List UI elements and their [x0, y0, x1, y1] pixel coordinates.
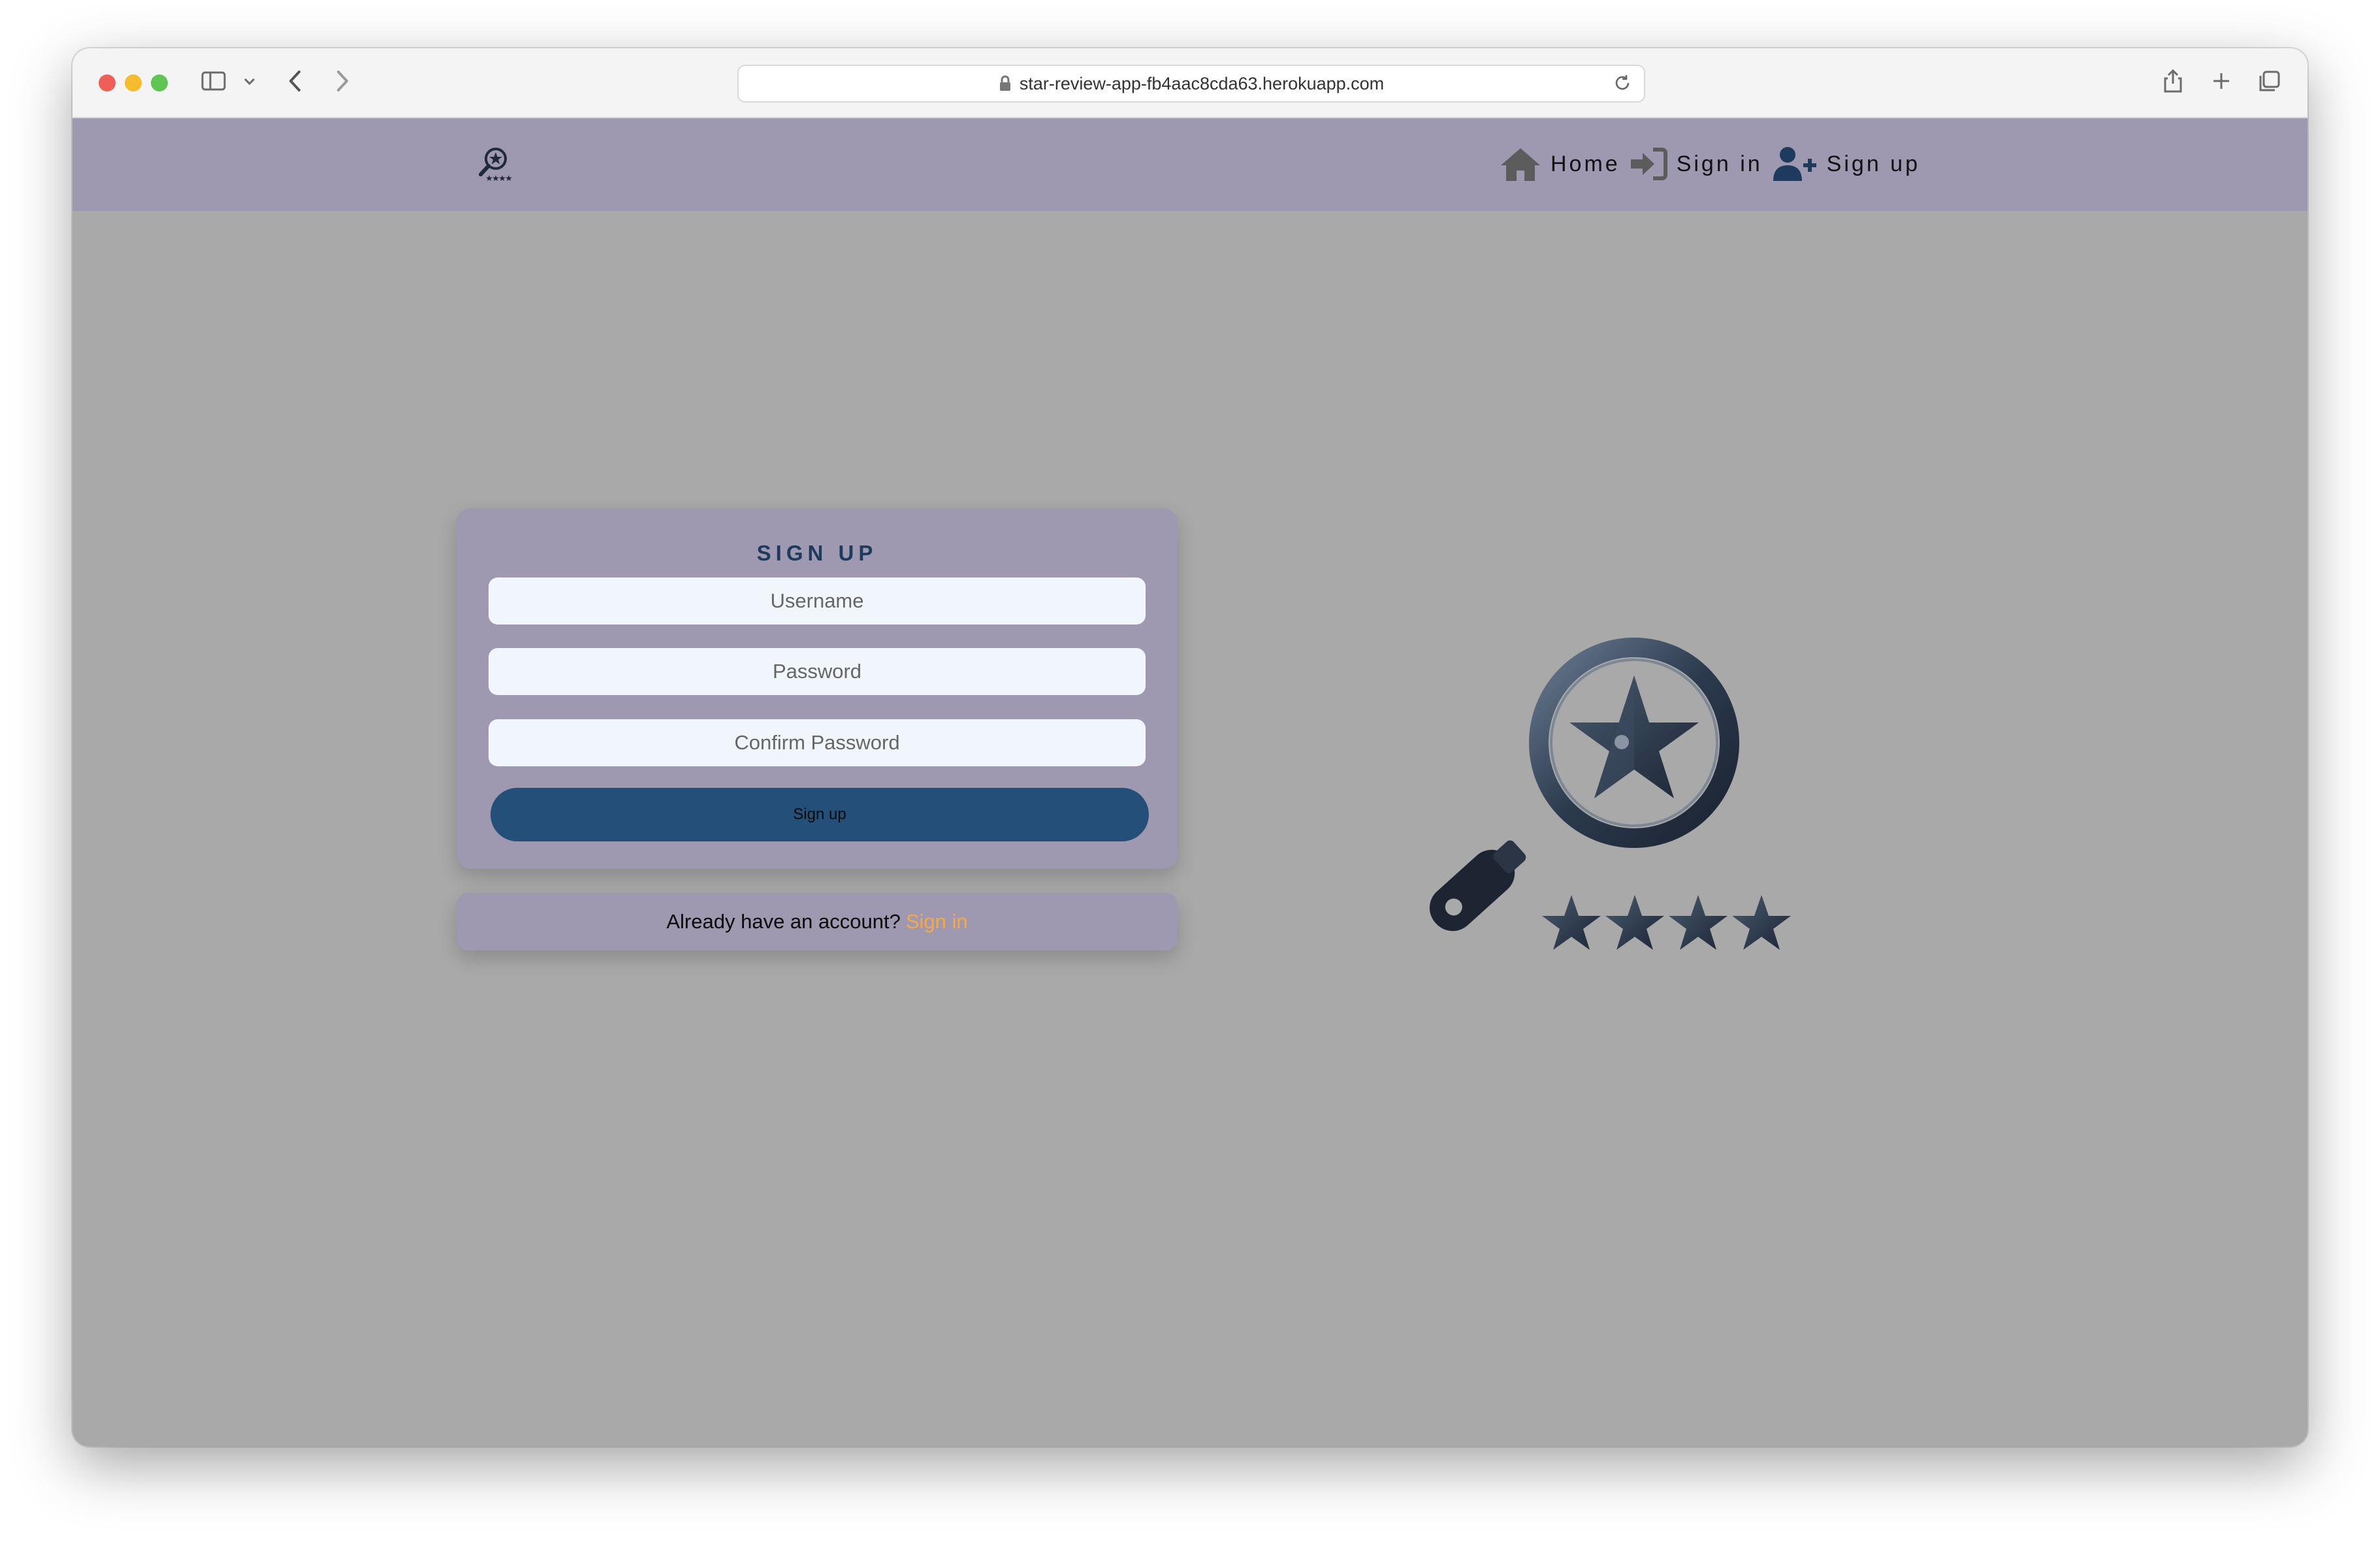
password-input[interactable] [489, 648, 1146, 695]
username-input[interactable] [489, 577, 1146, 625]
signup-card: SIGN UP Sign up [457, 508, 1178, 869]
zoom-window-button[interactable] [151, 74, 168, 91]
forward-icon[interactable] [329, 67, 355, 95]
new-tab-icon[interactable] [2207, 67, 2236, 95]
home-icon [1501, 148, 1540, 181]
address-bar[interactable]: star-review-app-fb4aac8cda63.herokuapp.c… [737, 65, 1645, 103]
sign-in-icon [1630, 148, 1667, 180]
signin-prompt-text: Already have an account? [666, 910, 901, 933]
nav-sign-in-label: Sign in [1676, 151, 1763, 176]
navbar: Home Sign in Sign up [72, 118, 2308, 211]
tab-overview-icon[interactable] [2255, 67, 2284, 95]
browser-window: star-review-app-fb4aac8cda63.herokuapp.c… [72, 48, 2308, 1446]
magnifier-star-rating-illustration [1429, 638, 1791, 950]
minimize-window-button[interactable] [125, 74, 142, 91]
browser-toolbar: star-review-app-fb4aac8cda63.herokuapp.c… [72, 48, 2308, 118]
reload-icon[interactable] [1613, 73, 1632, 93]
magnifier-star-logo-icon[interactable] [475, 144, 515, 185]
signin-prompt-card: Already have an account? Sign in [457, 893, 1178, 950]
url-text: star-review-app-fb4aac8cda63.herokuapp.c… [1019, 73, 1385, 93]
sign-in-link[interactable]: Sign in [906, 910, 968, 934]
nav-sign-up-label: Sign up [1826, 151, 1920, 176]
user-plus-icon [1773, 147, 1816, 181]
nav-links: Home Sign in Sign up [1500, 144, 1929, 184]
back-icon[interactable] [283, 67, 309, 95]
nav-home-label: Home [1551, 151, 1620, 176]
share-icon[interactable] [2159, 67, 2187, 95]
signup-title: SIGN UP [756, 541, 878, 565]
sign-up-submit-button[interactable]: Sign up [490, 788, 1149, 841]
page: Home Sign in Sign up SIGN UP Username Si… [72, 118, 2308, 1446]
chevron-down-icon[interactable] [241, 67, 258, 95]
confirm-password-input[interactable] [489, 719, 1146, 766]
nav-sign-in-link[interactable]: Sign in [1630, 146, 1763, 182]
lock-icon [999, 75, 1010, 91]
nav-home-link[interactable]: Home [1500, 146, 1620, 182]
close-window-button[interactable] [99, 74, 116, 91]
nav-sign-up-link[interactable]: Sign up [1772, 146, 1920, 182]
sidebar-toggle-icon[interactable] [199, 67, 228, 95]
